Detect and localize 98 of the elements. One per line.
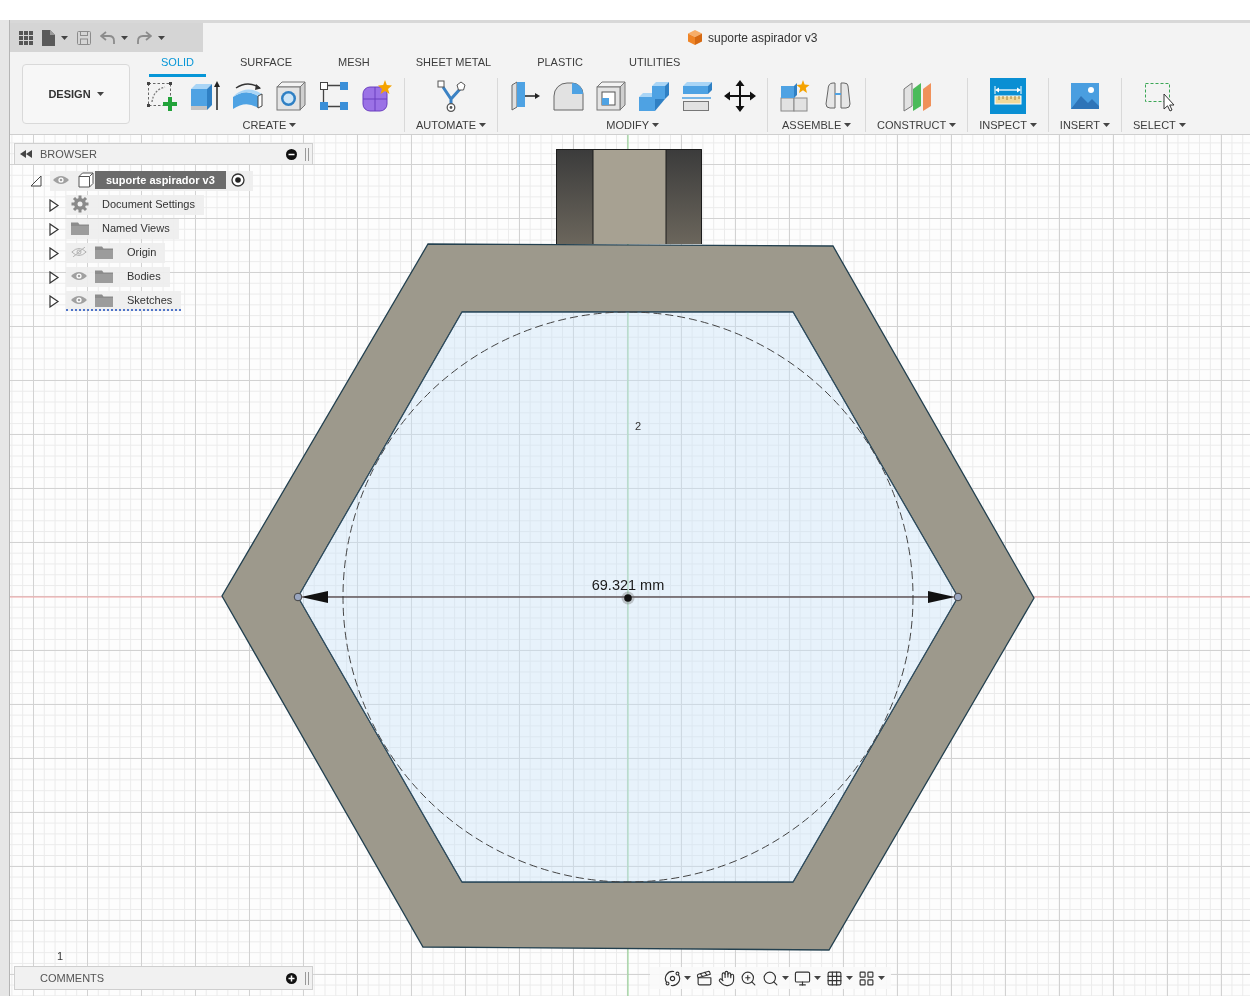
panel-title: COMMENTS (40, 972, 106, 984)
ribbon-tab[interactable]: UTILITIES (617, 52, 693, 77)
number-label: 1 (56, 950, 64, 962)
tree-item-label: Sketches (127, 294, 173, 306)
triangle-icon[interactable] (48, 270, 60, 284)
caret-icon[interactable] (814, 976, 821, 980)
grid-icon[interactable] (826, 969, 843, 987)
triangle-icon[interactable] (48, 294, 60, 308)
tree-item-label: Named Views (102, 222, 170, 234)
tree-item[interactable]: Bodies (66, 267, 170, 287)
sketch-point[interactable] (953, 592, 963, 602)
stacked-blocks-icon[interactable] (638, 80, 671, 112)
triangle-icon[interactable] (48, 198, 60, 212)
caret-icon (289, 123, 297, 127)
folder-icon (95, 293, 113, 307)
clapperboard-icon[interactable] (696, 969, 713, 987)
tree-item[interactable]: Named Views (66, 219, 179, 239)
tool-group-menu[interactable]: INSERT (1059, 118, 1110, 132)
layout-grid-icon[interactable] (858, 969, 875, 987)
caret-icon[interactable] (846, 976, 853, 980)
caret-icon (1103, 123, 1110, 127)
caret-icon (844, 123, 852, 127)
grip-icon[interactable] (305, 971, 309, 985)
ruler-icon[interactable] (990, 78, 1026, 114)
tree-item-label: Bodies (127, 270, 161, 282)
number-label: 2 (634, 420, 642, 432)
caret-icon (949, 123, 957, 127)
move-arrows-icon[interactable] (724, 80, 757, 112)
panel-title: BROWSER (40, 148, 98, 160)
triangle-icon[interactable] (48, 246, 60, 260)
hollow-cube-icon[interactable] (595, 80, 628, 112)
grip-icon[interactable] (305, 147, 309, 161)
folder-icon (71, 221, 89, 235)
radio-icon[interactable] (230, 173, 245, 187)
component-cube-icon (78, 172, 94, 188)
gear-icon (71, 195, 89, 213)
tool-group-menu[interactable]: INSPECT (979, 118, 1037, 132)
magnifier-icon[interactable] (762, 969, 779, 987)
apps-grid-icon[interactable] (19, 30, 33, 45)
tool-group-menu[interactable]: CREATE (242, 118, 297, 132)
center-point[interactable] (621, 591, 635, 605)
cubes-star-icon[interactable] (779, 80, 812, 112)
caret-icon (1178, 123, 1186, 127)
ribbon-tab[interactable]: MESH (326, 52, 382, 77)
folder-icon (95, 245, 113, 259)
tree-item[interactable]: Origin (66, 243, 166, 263)
tree-item[interactable]: Document Settings (66, 195, 204, 215)
tree-item-label: Document Settings (102, 198, 195, 210)
document-title: suporte aspirador v3 (708, 30, 818, 45)
tree-item-label: Origin (127, 246, 157, 258)
caret-icon (652, 123, 659, 127)
caret-icon (96, 92, 104, 96)
caret-icon[interactable] (782, 976, 789, 980)
tool-group-menu[interactable]: AUTOMATE (416, 118, 487, 132)
tool-group-menu[interactable]: ASSEMBLE (781, 118, 852, 132)
file-icon[interactable] (42, 29, 55, 46)
workspace-button[interactable]: DESIGN (22, 64, 130, 124)
connected-squares-icon[interactable] (318, 80, 350, 112)
dashed-square-plus-icon[interactable] (146, 80, 178, 112)
box-arrow-icon[interactable] (189, 80, 221, 112)
add-icon[interactable] (286, 972, 297, 984)
ribbon-tab[interactable]: PLASTIC (525, 52, 595, 77)
node-graph-icon[interactable] (435, 80, 468, 112)
tool-group-menu[interactable]: SELECT (1133, 118, 1186, 132)
double-arrow-icon[interactable] (20, 150, 32, 158)
rounded-corner-block-icon[interactable] (552, 80, 585, 112)
ribbon-tab[interactable]: SHEET METAL (403, 52, 504, 77)
orbit-icon[interactable] (664, 969, 681, 987)
sketch-point[interactable] (293, 592, 303, 602)
tree-item[interactable]: suporte aspirador v3 (50, 171, 253, 191)
cube-hole-icon[interactable] (275, 80, 307, 112)
tree-item-label: suporte aspirador v3 (95, 171, 226, 189)
split-slab-icon[interactable] (681, 80, 714, 112)
tool-group-menu[interactable]: MODIFY (606, 118, 659, 132)
caret-icon[interactable] (61, 35, 68, 40)
hand-icon[interactable] (718, 969, 735, 987)
image-icon[interactable] (1068, 80, 1101, 112)
triangle-icon[interactable] (48, 222, 60, 236)
minus-circle-icon[interactable] (286, 148, 297, 160)
caret-icon (1029, 123, 1037, 127)
zoom-in-icon[interactable] (740, 969, 757, 987)
panel-arrow-icon[interactable] (509, 80, 542, 112)
tool-group-menu[interactable]: CONSTRUCT (877, 118, 957, 132)
selection-box-icon[interactable] (1143, 80, 1176, 112)
caret-icon[interactable] (158, 35, 165, 40)
tree-item[interactable]: Sketches (66, 291, 182, 311)
dimension-value[interactable]: 69.321 mm (591, 577, 665, 593)
triangle-icon[interactable] (30, 175, 42, 187)
caret-icon[interactable] (121, 35, 128, 40)
ribbon-tab[interactable]: SURFACE (228, 52, 304, 77)
folder-icon (95, 269, 113, 283)
curved-band-icon[interactable] (232, 80, 264, 112)
caret-icon[interactable] (684, 976, 691, 980)
caret-icon (479, 123, 487, 127)
monitor-icon[interactable] (794, 969, 811, 987)
rounded-cube-star-icon[interactable] (361, 80, 393, 112)
cube-icon (688, 30, 702, 45)
caret-icon[interactable] (878, 976, 885, 980)
